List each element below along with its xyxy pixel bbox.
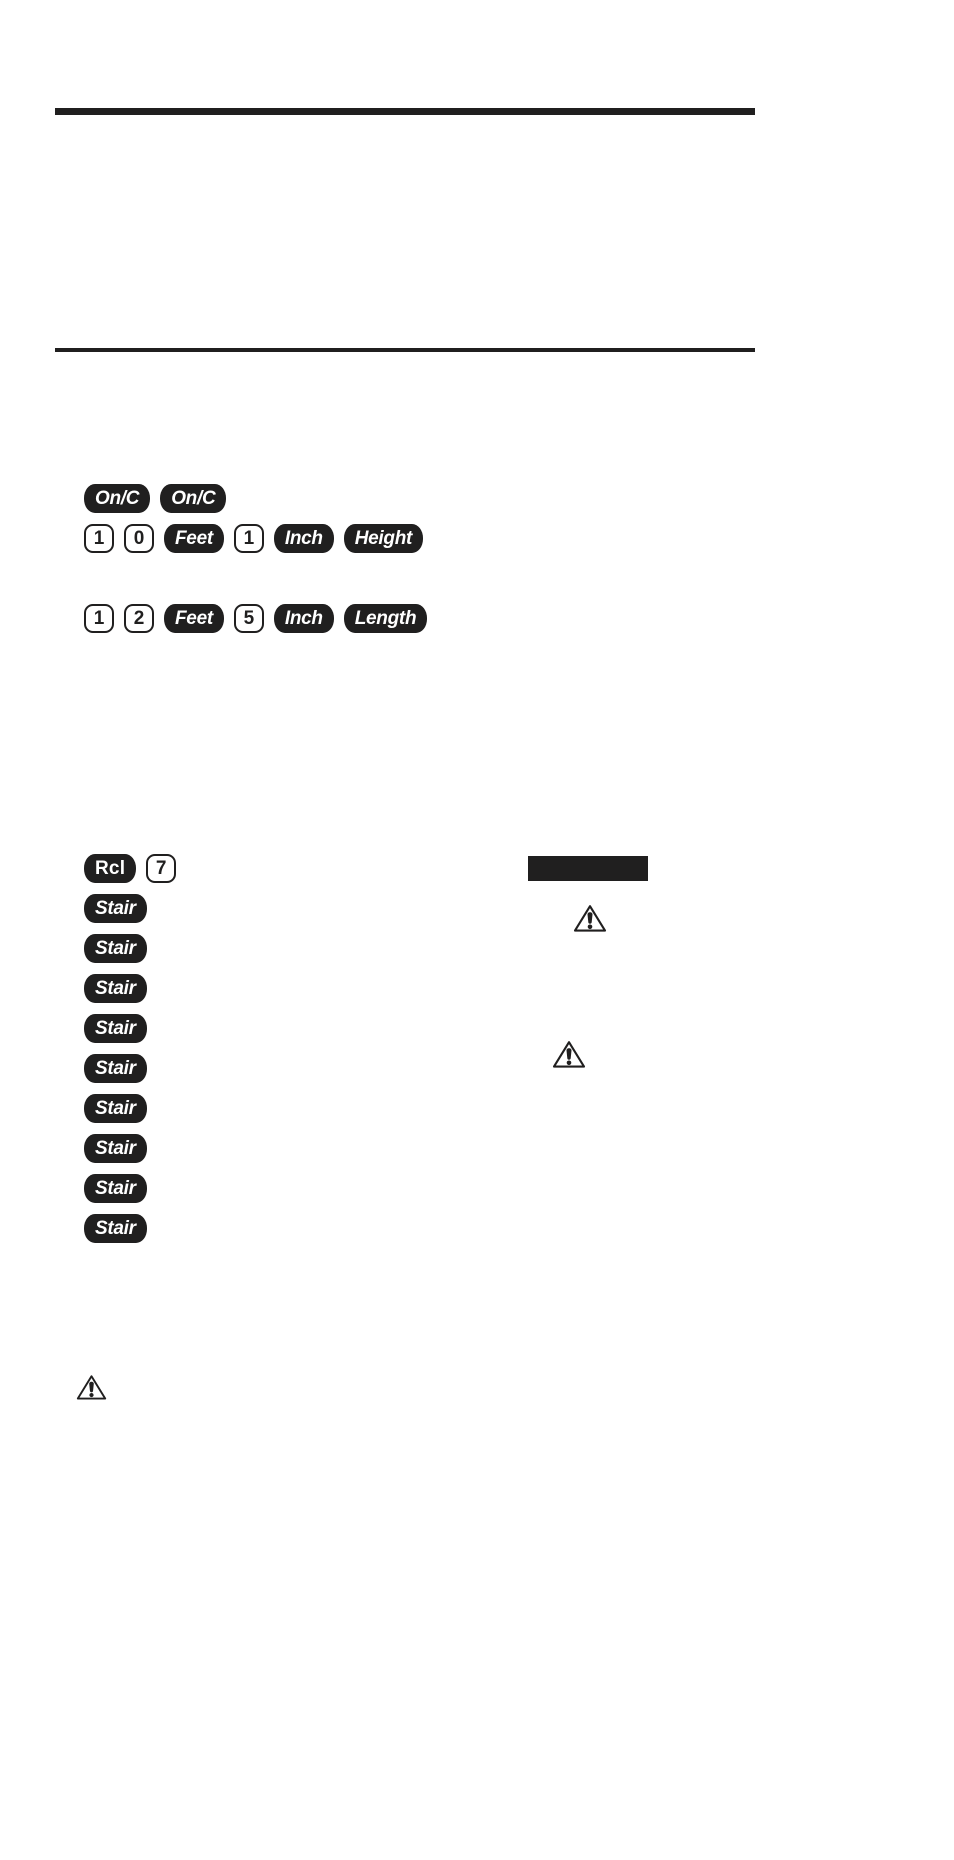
stair-row-5: Stair bbox=[84, 1054, 147, 1083]
stair-row-3: Stair bbox=[84, 974, 147, 1003]
warning-triangle-icon-middle bbox=[552, 1040, 586, 1074]
keystroke-sequence-recall: Rcl 7 bbox=[84, 854, 177, 883]
key-feet-2[interactable]: Feet bbox=[164, 604, 224, 633]
warning-triangle-icon-bottom bbox=[76, 1374, 107, 1406]
key-stair-7[interactable]: Stair bbox=[84, 1134, 147, 1163]
stair-row-7: Stair bbox=[84, 1134, 147, 1163]
key-digit-1b[interactable]: 1 bbox=[233, 524, 264, 553]
stair-row-1: Stair bbox=[84, 894, 147, 923]
stair-row-4: Stair bbox=[84, 1014, 147, 1043]
keystroke-sequence-clear: On/C On/C bbox=[84, 484, 227, 513]
warning-triangle-icon-top bbox=[573, 904, 607, 938]
key-stair-2[interactable]: Stair bbox=[84, 934, 147, 963]
manual-page: On/C On/C 1 0 Feet 1 Inch Height 1 2 Fee… bbox=[0, 0, 954, 1860]
stair-row-2: Stair bbox=[84, 934, 147, 963]
key-digit-1c[interactable]: 1 bbox=[84, 604, 114, 633]
black-bar bbox=[528, 856, 648, 881]
key-digit-7[interactable]: 7 bbox=[146, 854, 177, 883]
key-digit-1[interactable]: 1 bbox=[84, 524, 114, 553]
key-on-c-1[interactable]: On/C bbox=[84, 484, 151, 513]
key-rcl[interactable]: Rcl bbox=[84, 854, 137, 883]
key-stair-5[interactable]: Stair bbox=[84, 1054, 147, 1083]
top-horizontal-rule bbox=[55, 108, 755, 115]
key-height[interactable]: Height bbox=[343, 524, 424, 553]
middle-horizontal-rule bbox=[55, 348, 755, 352]
key-inch-2[interactable]: Inch bbox=[273, 604, 334, 633]
key-digit-0[interactable]: 0 bbox=[124, 524, 154, 553]
key-stair-3[interactable]: Stair bbox=[84, 974, 147, 1003]
key-stair-6[interactable]: Stair bbox=[84, 1094, 147, 1123]
stair-row-6: Stair bbox=[84, 1094, 147, 1123]
key-stair-1[interactable]: Stair bbox=[84, 894, 147, 923]
key-stair-4[interactable]: Stair bbox=[84, 1014, 147, 1043]
key-stair-8[interactable]: Stair bbox=[84, 1174, 147, 1203]
key-digit-2[interactable]: 2 bbox=[124, 604, 154, 633]
key-on-c-2[interactable]: On/C bbox=[160, 484, 227, 513]
stair-row-9: Stair bbox=[84, 1214, 147, 1243]
key-stair-9[interactable]: Stair bbox=[84, 1214, 147, 1243]
keystroke-sequence-length: 1 2 Feet 5 Inch Length bbox=[84, 604, 428, 633]
keystroke-sequence-height: 1 0 Feet 1 Inch Height bbox=[84, 524, 424, 553]
key-inch[interactable]: Inch bbox=[273, 524, 334, 553]
stair-row-8: Stair bbox=[84, 1174, 147, 1203]
key-length[interactable]: Length bbox=[343, 604, 428, 633]
key-feet[interactable]: Feet bbox=[164, 524, 224, 553]
key-digit-5[interactable]: 5 bbox=[233, 604, 264, 633]
